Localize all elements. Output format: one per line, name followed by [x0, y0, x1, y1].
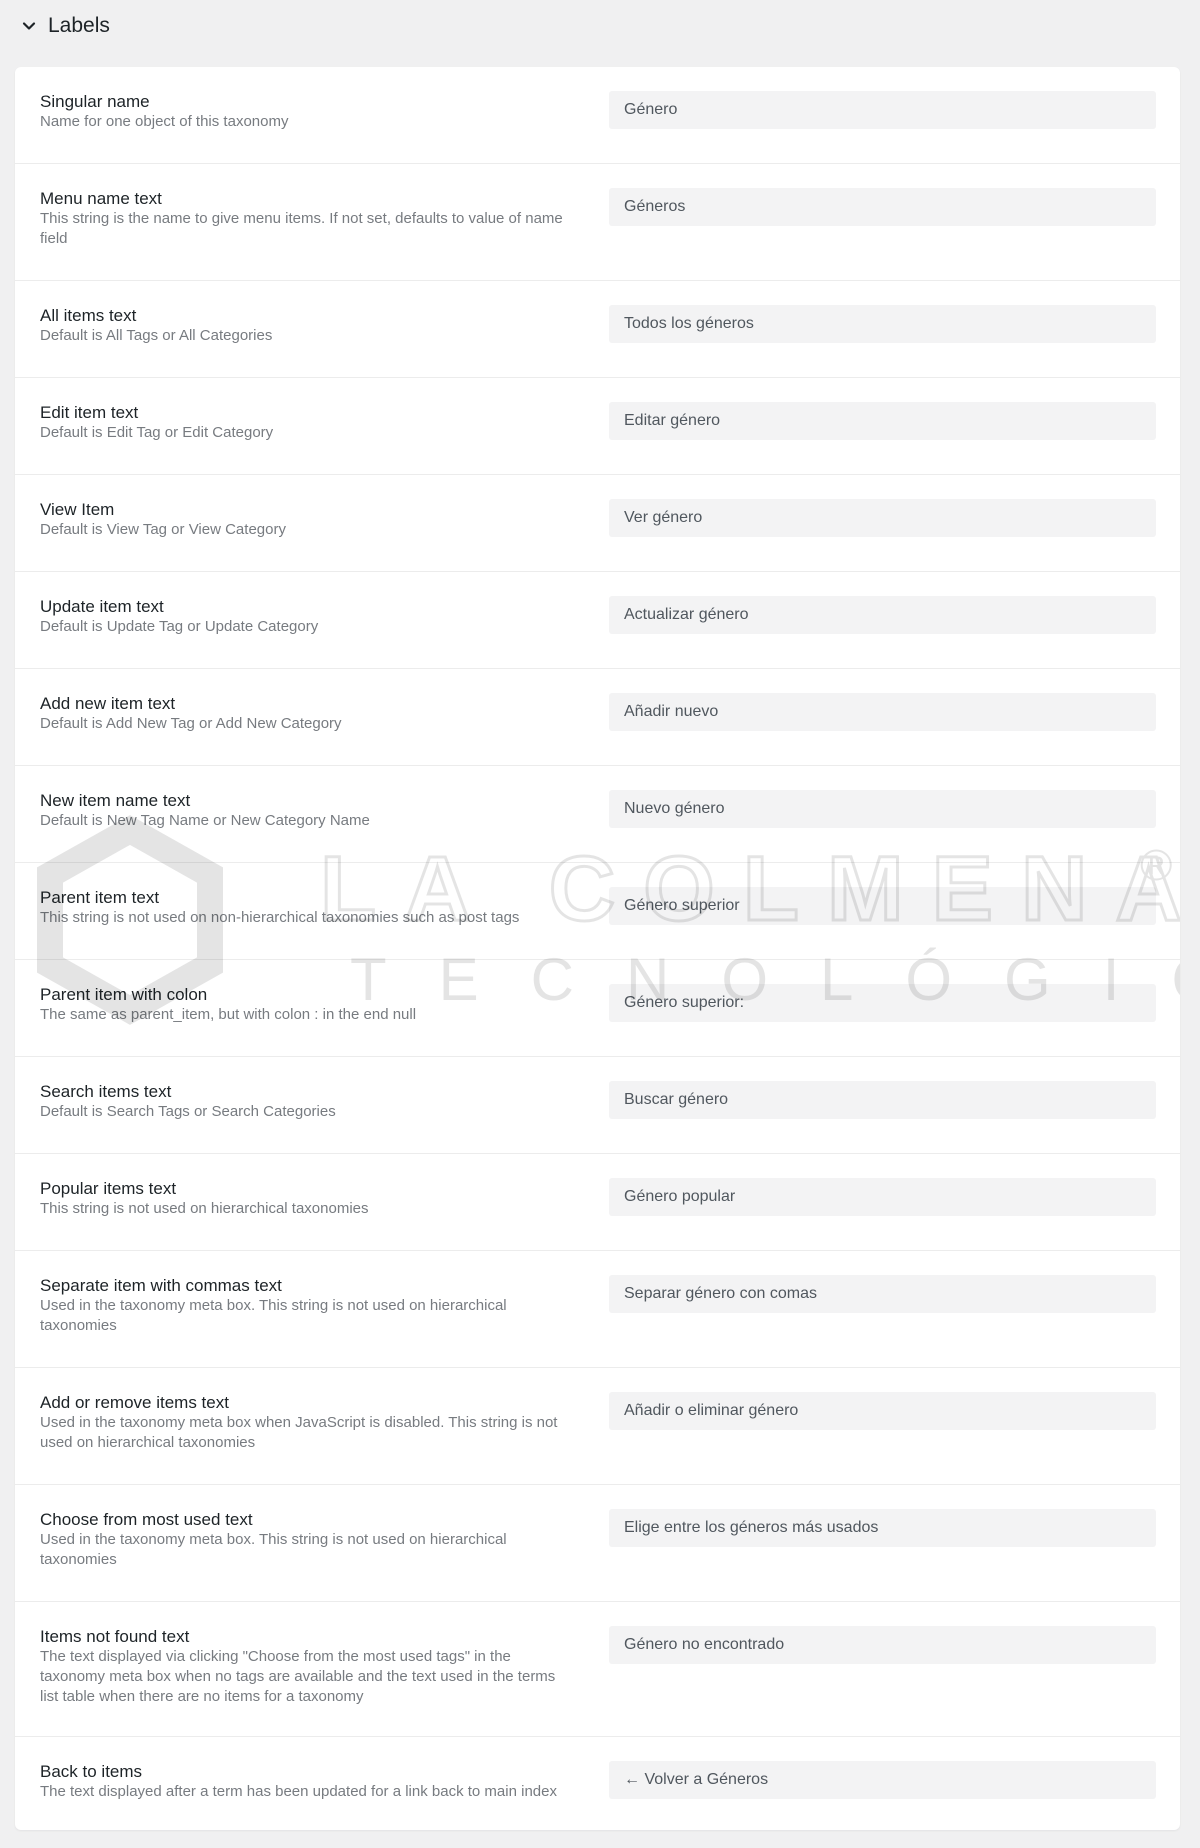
field-label: Update item text — [40, 597, 164, 616]
field-description: The text displayed after a term has been… — [40, 1783, 557, 1800]
label-row-parent-item: Parent item text This string is not used… — [15, 863, 1180, 960]
chevron-down-icon — [20, 17, 38, 35]
label-row-view-item: View Item Default is View Tag or View Ca… — [15, 475, 1180, 572]
labels-card: Singular name Name for one object of thi… — [15, 67, 1180, 1830]
menu-name-input[interactable] — [609, 188, 1156, 226]
field-description: Used in the taxonomy meta box. This stri… — [40, 1297, 507, 1334]
field-description: Used in the taxonomy meta box when JavaS… — [40, 1414, 558, 1451]
section-title: Labels — [48, 14, 110, 37]
field-description: This string is not used on non-hierarchi… — [40, 909, 520, 926]
edit-item-input[interactable] — [609, 402, 1156, 440]
label-row-add-or-remove-items: Add or remove items text Used in the tax… — [15, 1368, 1180, 1485]
label-row-all-items: All items text Default is All Tags or Al… — [15, 281, 1180, 378]
label-row-new-item-name: New item name text Default is New Tag Na… — [15, 766, 1180, 863]
field-label: View Item — [40, 500, 115, 519]
search-items-input[interactable] — [609, 1081, 1156, 1119]
singular-name-input[interactable] — [609, 91, 1156, 129]
field-description: Default is Add New Tag or Add New Catego… — [40, 715, 342, 732]
back-to-items-input[interactable] — [609, 1761, 1156, 1799]
labels-section-toggle[interactable]: Labels — [0, 0, 1200, 52]
label-row-menu-name: Menu name text This string is the name t… — [15, 164, 1180, 281]
field-description: Default is Edit Tag or Edit Category — [40, 424, 274, 441]
popular-items-input[interactable] — [609, 1178, 1156, 1216]
field-label: Search items text — [40, 1082, 172, 1101]
add-new-item-input[interactable] — [609, 693, 1156, 731]
label-row-choose-from-most-used: Choose from most used text Used in the t… — [15, 1485, 1180, 1602]
label-row-add-new-item: Add new item text Default is Add New Tag… — [15, 669, 1180, 766]
field-description: Default is Update Tag or Update Category — [40, 618, 319, 635]
items-not-found-input[interactable] — [609, 1626, 1156, 1664]
field-label: Popular items text — [40, 1179, 177, 1198]
field-label: Choose from most used text — [40, 1510, 253, 1529]
field-description: The text displayed via clicking "Choose … — [40, 1648, 556, 1705]
update-item-input[interactable] — [609, 596, 1156, 634]
label-row-parent-item-colon: Parent item with colon The same as paren… — [15, 960, 1180, 1057]
field-label: Parent item text — [40, 888, 160, 907]
add-or-remove-items-input[interactable] — [609, 1392, 1156, 1430]
label-row-items-not-found: Items not found text The text displayed … — [15, 1602, 1180, 1737]
all-items-input[interactable] — [609, 305, 1156, 343]
label-row-search-items: Search items text Default is Search Tags… — [15, 1057, 1180, 1154]
field-label: Back to items — [40, 1762, 143, 1781]
field-label: Singular name — [40, 92, 150, 111]
field-description: Default is View Tag or View Category — [40, 521, 286, 538]
field-label: Parent item with colon — [40, 985, 208, 1004]
field-description: Default is Search Tags or Search Categor… — [40, 1103, 336, 1120]
new-item-name-input[interactable] — [609, 790, 1156, 828]
choose-from-most-used-input[interactable] — [609, 1509, 1156, 1547]
field-description: Name for one object of this taxonomy — [40, 113, 289, 130]
view-item-input[interactable] — [609, 499, 1156, 537]
field-description: Default is All Tags or All Categories — [40, 327, 273, 344]
label-row-singular-name: Singular name Name for one object of thi… — [15, 67, 1180, 164]
field-label: Add new item text — [40, 694, 176, 713]
field-description: The same as parent_item, but with colon … — [40, 1006, 417, 1023]
field-label: Edit item text — [40, 403, 139, 422]
field-description: This string is not used on hierarchical … — [40, 1200, 369, 1217]
parent-item-colon-input[interactable] — [609, 984, 1156, 1022]
field-description: This string is the name to give menu ite… — [40, 210, 563, 247]
separate-items-input[interactable] — [609, 1275, 1156, 1313]
label-row-back-to-items: Back to items The text displayed after a… — [15, 1737, 1180, 1830]
parent-item-input[interactable] — [609, 887, 1156, 925]
label-row-edit-item: Edit item text Default is Edit Tag or Ed… — [15, 378, 1180, 475]
label-row-update-item: Update item text Default is Update Tag o… — [15, 572, 1180, 669]
field-label: Separate item with commas text — [40, 1276, 282, 1295]
field-label: Items not found text — [40, 1627, 190, 1646]
field-description: Default is New Tag Name or New Category … — [40, 812, 370, 829]
field-label: Menu name text — [40, 189, 162, 208]
label-row-separate-items: Separate item with commas text Used in t… — [15, 1251, 1180, 1368]
label-row-popular-items: Popular items text This string is not us… — [15, 1154, 1180, 1251]
field-label: New item name text — [40, 791, 191, 810]
field-description: Used in the taxonomy meta box. This stri… — [40, 1531, 507, 1568]
field-label: All items text — [40, 306, 137, 325]
field-label: Add or remove items text — [40, 1393, 229, 1412]
